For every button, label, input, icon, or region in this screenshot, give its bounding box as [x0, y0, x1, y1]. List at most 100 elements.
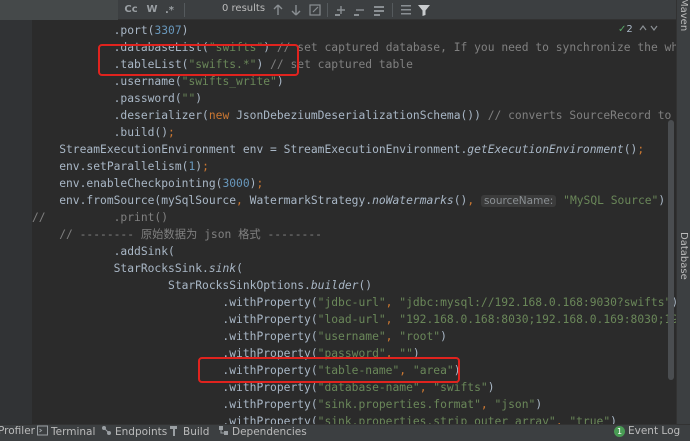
code-token: (): [358, 279, 373, 292]
code-token: env.fromSource(mySqlSource: [32, 194, 237, 207]
code-line[interactable]: StarRocksSink.sink(: [32, 260, 243, 277]
code-line[interactable]: .password(""): [32, 90, 202, 107]
code-token: "sink.properties.strip_outer_array": [317, 415, 556, 424]
code-token: .withProperty(: [32, 296, 318, 309]
code-token: .username(: [32, 75, 182, 88]
code-token: .deserializer(: [32, 109, 209, 122]
code-token: // -------- 原始数据为 json 格式 --------: [32, 228, 322, 241]
bottom-tool-window-bar: Profiler Terminal Endpoints Build Depend…: [0, 424, 690, 441]
code-token: .withProperty(: [32, 313, 318, 326]
code-line[interactable]: .withProperty("sink.properties.strip_out…: [32, 413, 617, 424]
code-token: "jdbc-url": [317, 296, 386, 309]
code-token: 3307: [154, 24, 182, 37]
match-case-toggle[interactable]: Cc: [121, 2, 141, 18]
tab-maven[interactable]: Maven: [678, 0, 689, 31]
code-token: ,: [385, 330, 400, 343]
vertical-scrollbar[interactable]: [668, 120, 674, 380]
code-line[interactable]: env.enableCheckpointing(3000);: [32, 175, 263, 192]
code-token: "": [181, 92, 196, 105]
code-token: StreamExecutionEnvironment env = StreamE…: [32, 143, 468, 156]
code-line[interactable]: .withProperty("jdbc-url", "jdbc:mysql://…: [32, 294, 676, 311]
code-token: "jdbc:mysql://192.168.0.168:9030?swifts": [399, 296, 672, 309]
code-token: ): [440, 330, 447, 343]
tab-dependencies-label: Dependencies: [232, 426, 307, 438]
code-token: .print(): [45, 211, 169, 224]
separator: [327, 3, 328, 17]
code-line[interactable]: .port(3307): [32, 22, 189, 39]
filter-icon[interactable]: [416, 2, 432, 18]
line-gutter[interactable]: [0, 20, 32, 424]
separator: [184, 3, 185, 17]
tab-database[interactable]: Database: [678, 232, 689, 280]
regex-toggle[interactable]: .*: [163, 2, 179, 18]
arrow-down-icon[interactable]: [288, 2, 304, 18]
tab-terminal[interactable]: Terminal: [37, 425, 95, 441]
code-line[interactable]: .withProperty("sink.properties.format", …: [32, 396, 542, 413]
code-token: new: [208, 109, 237, 122]
chevron-down-icon[interactable]: [650, 24, 658, 32]
code-token: StarRocksSink.: [32, 262, 209, 275]
code-token: ,: [467, 194, 481, 207]
parameter-hint: sourceName:: [480, 195, 557, 207]
find-input[interactable]: [0, 0, 118, 20]
code-token: WatermarkStrategy.: [249, 194, 373, 207]
code-token: .password(: [32, 92, 182, 105]
inspection-count: 2: [626, 24, 633, 35]
tab-endpoints[interactable]: Endpoints: [101, 425, 167, 441]
select-all-occurrences-icon[interactable]: [371, 2, 387, 18]
endpoints-icon: [102, 426, 111, 435]
code-token: ,: [236, 194, 250, 207]
chevron-up-icon[interactable]: [639, 24, 647, 32]
code-token: noWatermarks: [372, 194, 454, 207]
add-occurrence-icon[interactable]: [333, 2, 349, 18]
code-line[interactable]: env.fromSource(mySqlSource, WatermarkStr…: [32, 192, 665, 209]
code-line[interactable]: .withProperty("username", "root"): [32, 328, 447, 345]
code-line[interactable]: // .print(): [32, 209, 168, 226]
code-token: (: [236, 262, 243, 275]
code-token: "load-url": [317, 313, 386, 326]
code-token: .withProperty(: [32, 398, 318, 411]
terminal-icon: [37, 425, 48, 436]
code-token: (): [453, 194, 468, 207]
right-tool-window-bar: Maven Database: [676, 0, 690, 424]
code-line[interactable]: .addSink(: [32, 243, 175, 260]
code-line[interactable]: .deserializer(new JsonDebeziumDeserializ…: [32, 107, 676, 124]
dependencies-icon: [219, 426, 228, 435]
code-line[interactable]: StreamExecutionEnvironment env = StreamE…: [32, 141, 644, 158]
open-in-window-icon[interactable]: [307, 2, 323, 18]
code-token: ): [181, 24, 189, 37]
tab-dependencies[interactable]: Dependencies: [218, 425, 307, 441]
tab-endpoints-label: Endpoints: [115, 426, 168, 438]
code-token: ;: [256, 177, 264, 190]
hammer-icon: [170, 426, 177, 436]
code-line[interactable]: .withProperty("load-url", "192.168.0.168…: [32, 311, 676, 328]
code-token: builder: [310, 279, 359, 292]
whole-word-toggle[interactable]: W: [144, 2, 160, 18]
code-token: // set captured database, If you need to…: [276, 41, 676, 54]
code-line[interactable]: // -------- 原始数据为 json 格式 --------: [32, 226, 322, 243]
code-token: .withProperty(: [32, 330, 318, 343]
code-token: "root": [399, 330, 441, 343]
tab-build[interactable]: Build: [169, 425, 209, 441]
arrow-up-icon[interactable]: [270, 2, 286, 18]
inspection-widget[interactable]: ✓2: [618, 24, 658, 35]
code-token: //: [32, 211, 46, 224]
remove-occurrence-icon[interactable]: [352, 2, 368, 18]
find-results-count: 0 results: [222, 3, 266, 14]
code-line[interactable]: StarRocksSinkOptions.builder(): [32, 277, 372, 294]
code-token: ;: [202, 160, 209, 173]
code-token: "true": [569, 415, 611, 424]
code-line[interactable]: env.setParallelism(1);: [32, 158, 209, 175]
code-token: env.enableCheckpointing(: [32, 177, 223, 190]
code-token: (): [623, 143, 638, 156]
code-token: .port(: [32, 24, 155, 37]
tab-event-log[interactable]: 1 Event Log: [614, 425, 680, 441]
tab-profiler[interactable]: Profiler: [0, 425, 35, 441]
code-token: ;: [637, 143, 645, 156]
code-token: "username": [317, 330, 386, 343]
code-line[interactable]: .build();: [32, 124, 175, 141]
filter-lines-icon[interactable]: [398, 2, 414, 18]
code-token: ,: [480, 398, 495, 411]
code-token: "sink.properties.format": [317, 398, 481, 411]
separator: [392, 3, 393, 17]
